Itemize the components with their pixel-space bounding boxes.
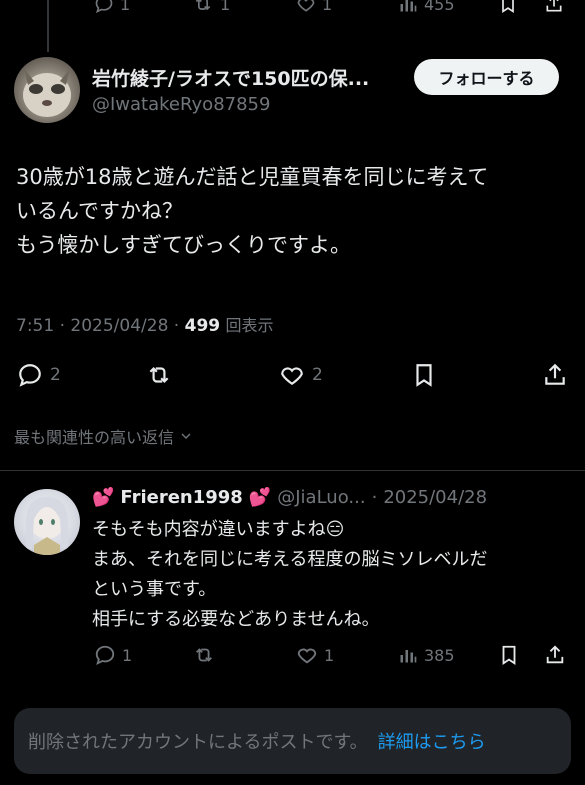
repost-icon (144, 362, 174, 388)
views-button[interactable]: 385 (398, 644, 455, 666)
author-name[interactable]: 岩竹綾子/ラオスで150匹の保... (92, 64, 369, 91)
bookmark-icon (410, 362, 438, 388)
heart-icon (278, 362, 306, 388)
reply-author-handle[interactable]: @JiaLuo... (277, 487, 365, 508)
post-meta: 7:51 · 2025/04/28 · 499 回表示 (16, 312, 274, 336)
view-count: 385 (424, 645, 455, 665)
share-icon (544, 644, 566, 666)
heart-emoji: 💕 (248, 487, 272, 508)
notice-text: 削除されたアカウントによるポストです。 (28, 732, 368, 753)
cat-avatar-image (23, 69, 71, 117)
reply-button[interactable]: 1 (94, 0, 130, 14)
post-views-count: 499 (184, 316, 221, 336)
post-time[interactable]: 7:51 (16, 316, 54, 336)
like-button[interactable]: 2 (278, 362, 323, 388)
author-avatar[interactable] (14, 57, 80, 123)
reply-icon (94, 0, 114, 14)
views-label: 回表示 (225, 316, 274, 335)
reply-actions: 1 1 385 (0, 644, 585, 670)
notice-details-link[interactable]: 詳細はこちら (378, 728, 486, 754)
share-icon (544, 0, 564, 14)
follow-button[interactable]: フォローする (414, 59, 559, 95)
like-button[interactable]: 1 (296, 0, 332, 14)
heart-icon (296, 0, 316, 14)
reply-header: 💕 Frieren1998 💕 @JiaLuo... · 2025/04/28 (92, 487, 487, 508)
previous-post-actions: 1 1 1 455 (0, 0, 585, 20)
reply-text-line: そもそも内容が違いますよね😑 (92, 519, 345, 540)
like-count: 2 (312, 365, 323, 385)
anime-avatar-image (26, 497, 68, 555)
like-count: 1 (324, 645, 335, 665)
post-text-line: 30歳が18歳と遊んだ話と児童買春を同じに考えて (16, 165, 489, 189)
views-button[interactable]: 455 (398, 0, 455, 14)
reply-text: そもそも内容が違いますよね😑 まあ、それを同じに考える程度の脳ミソレベルだ とい… (92, 515, 572, 635)
like-button[interactable]: 1 (296, 644, 334, 666)
share-button[interactable] (544, 644, 566, 666)
heart-icon (296, 644, 318, 666)
repost-button[interactable] (144, 362, 174, 388)
reply-button[interactable]: 2 (16, 362, 61, 388)
deleted-account-notice: 削除されたアカウントによるポストです。 詳細はこちら (14, 708, 571, 774)
bookmark-button[interactable] (410, 362, 438, 388)
post-actions: 2 2 (0, 360, 585, 390)
post-text-line: いるんですかね？ (16, 199, 183, 223)
repost-button[interactable]: 1 (192, 0, 230, 14)
reply-date[interactable]: 2025/04/28 (383, 487, 487, 508)
meta-separator: · (371, 487, 378, 508)
reply-count: 2 (50, 365, 61, 385)
reply-sort-label: 最も関連性の高い返信 (14, 428, 175, 447)
author-handle[interactable]: @IwatakeRyo87859 (92, 94, 270, 115)
meta-separator: · (59, 316, 71, 336)
post-date[interactable]: 2025/04/28 (70, 316, 168, 336)
bookmark-icon (498, 644, 520, 666)
bar-chart-icon (398, 0, 418, 14)
chevron-down-icon (178, 428, 194, 444)
reply-text-line: まあ、それを同じに考える程度の脳ミソレベルだ (92, 549, 488, 570)
heart-emoji: 💕 (92, 487, 115, 508)
share-button[interactable] (544, 0, 564, 14)
reply-count: 1 (122, 645, 133, 665)
reply-text-line: という事です。 (92, 579, 217, 600)
meta-separator: · (173, 316, 185, 336)
reply-text-line: 相手にする必要などありませんね。 (92, 609, 380, 630)
reply-sort-dropdown[interactable]: 最も関連性の高い返信 (14, 424, 194, 448)
post-text: 30歳が18歳と遊んだ話と児童買春を同じに考えて いるんですかね？ もう懐かしす… (16, 160, 571, 262)
reply-icon (16, 362, 44, 388)
post-text-line: もう懐かしすぎてびっくりですよ。 (16, 233, 351, 257)
repost-icon (192, 644, 216, 666)
bookmark-button[interactable] (498, 0, 518, 14)
reply-avatar[interactable] (14, 489, 80, 555)
share-button[interactable] (541, 362, 569, 388)
divider (0, 470, 585, 471)
reply-author-name[interactable]: Frieren1998 (120, 487, 242, 508)
bar-chart-icon (398, 644, 418, 666)
repost-icon (192, 0, 214, 14)
share-icon (541, 362, 569, 388)
bookmark-icon (498, 0, 518, 14)
bookmark-button[interactable] (498, 644, 520, 666)
repost-button[interactable] (192, 644, 216, 666)
reply-button[interactable]: 1 (94, 644, 132, 666)
reply-icon (94, 644, 116, 666)
